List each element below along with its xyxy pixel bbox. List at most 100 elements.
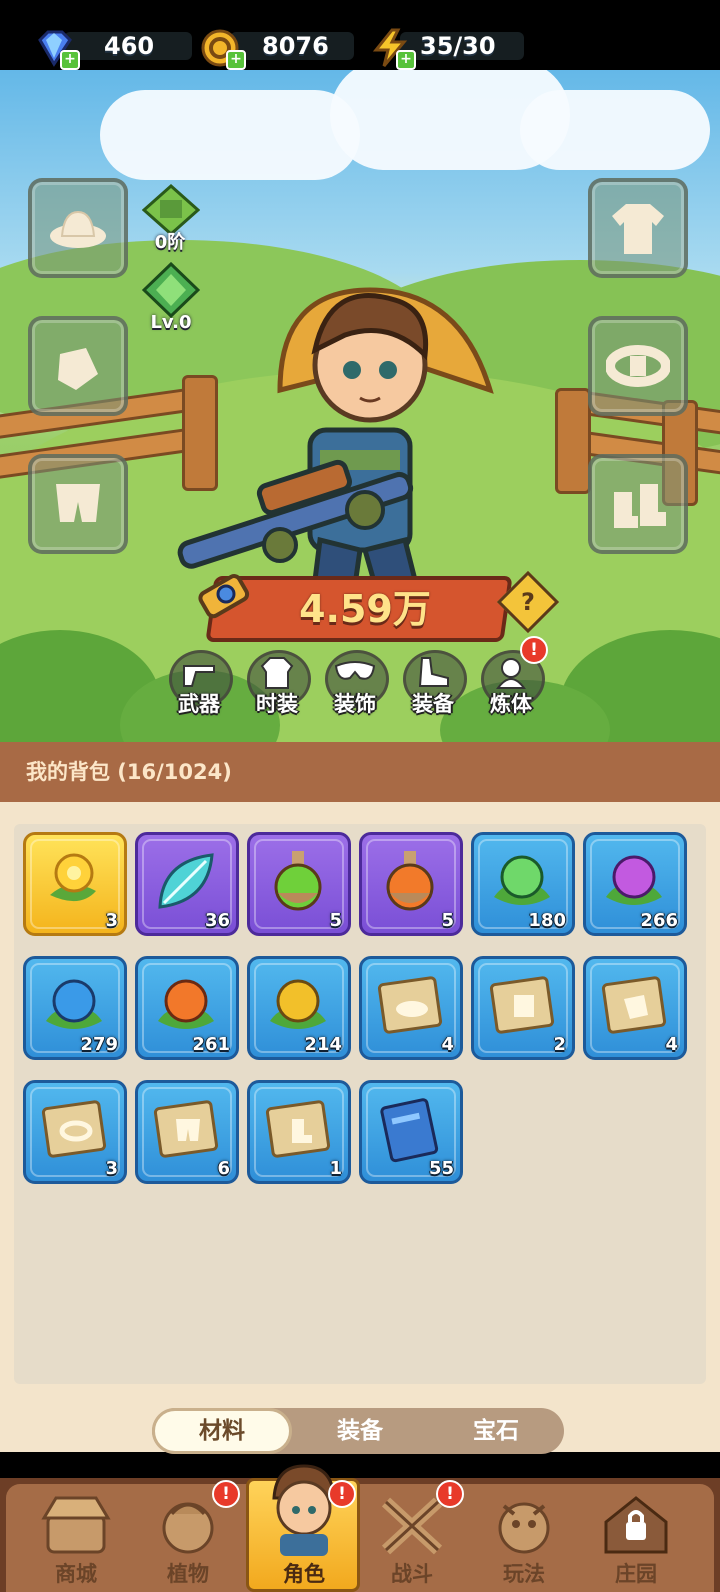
item-count: 55 bbox=[428, 1158, 454, 1179]
belt-icon bbox=[606, 345, 670, 387]
bag-item[interactable]: 3 bbox=[23, 832, 127, 936]
golden-seed-icon bbox=[50, 853, 96, 902]
bag-item[interactable]: 2 bbox=[471, 956, 575, 1060]
refine-alert-badge: ! bbox=[520, 636, 548, 664]
tab-gems[interactable]: 宝石 bbox=[428, 1408, 564, 1454]
bag-item[interactable]: 4 bbox=[583, 956, 687, 1060]
add-gold-icon[interactable]: + bbox=[226, 50, 246, 70]
shirt-slot[interactable] bbox=[588, 178, 688, 278]
energy-counter[interactable]: + 35/30 bbox=[370, 28, 530, 70]
hat-slot[interactable] bbox=[28, 178, 128, 278]
boots-blueprint-icon bbox=[265, 1100, 331, 1158]
menu-fashion-label: 时装 bbox=[256, 692, 298, 716]
glove-slot[interactable] bbox=[28, 316, 128, 416]
diamond-counter[interactable]: + 460 bbox=[34, 28, 194, 70]
bag-item[interactable]: 266 bbox=[583, 832, 687, 936]
nav-shop[interactable]: 商城 bbox=[20, 1484, 132, 1592]
menu-refine[interactable]: 炼体 ! bbox=[476, 636, 548, 720]
level-label: Lv.0 bbox=[150, 312, 192, 333]
gun-icon bbox=[183, 665, 215, 687]
level-gem-icon[interactable] bbox=[142, 262, 200, 318]
nav-plant[interactable]: 植物 ! bbox=[132, 1480, 244, 1592]
plant-alert-badge: ! bbox=[212, 1480, 240, 1508]
item-count: 266 bbox=[640, 910, 678, 931]
bag-item[interactable]: 55 bbox=[359, 1080, 463, 1184]
nav-manor[interactable]: 庄园 bbox=[580, 1484, 692, 1592]
pants-icon bbox=[56, 484, 100, 522]
nav-plant-label: 植物 bbox=[167, 1562, 209, 1586]
purple-orb-icon bbox=[606, 855, 662, 905]
add-energy-icon[interactable]: + bbox=[396, 50, 416, 70]
nav-shop-label: 商城 bbox=[55, 1562, 97, 1586]
bag-item[interactable]: 3 bbox=[23, 1080, 127, 1184]
boots-icon bbox=[614, 484, 666, 528]
nav-gameplay-label: 玩法 bbox=[503, 1562, 545, 1586]
item-count: 180 bbox=[528, 910, 566, 931]
nav-battle[interactable]: 战斗 ! bbox=[356, 1480, 468, 1592]
bag-item[interactable]: 5 bbox=[359, 832, 463, 936]
fire-orb-icon bbox=[158, 979, 214, 1029]
green-potion-icon bbox=[274, 851, 322, 911]
hat-blueprint-icon bbox=[377, 976, 443, 1034]
item-count: 4 bbox=[665, 1034, 678, 1055]
power-key-icon bbox=[198, 574, 250, 619]
menu-decoration[interactable]: 装饰 bbox=[320, 650, 390, 720]
orange-potion-icon bbox=[386, 851, 434, 911]
item-count: 3 bbox=[105, 910, 118, 931]
belt-slot[interactable] bbox=[588, 316, 688, 416]
menu-equipment[interactable]: 装备 bbox=[398, 650, 468, 720]
glove-icon bbox=[58, 348, 98, 390]
boots-slot[interactable] bbox=[588, 454, 688, 554]
item-count: 1 bbox=[329, 1158, 342, 1179]
bag-item[interactable]: 6 bbox=[135, 1080, 239, 1184]
bag-item[interactable]: 214 bbox=[247, 956, 351, 1060]
nav-hero[interactable]: 角色 ! bbox=[248, 1464, 360, 1592]
nav-gameplay[interactable]: 玩法 bbox=[468, 1484, 580, 1592]
item-count: 3 bbox=[105, 1158, 118, 1179]
bag-item[interactable]: 261 bbox=[135, 956, 239, 1060]
green-orb-icon bbox=[494, 855, 550, 905]
help-icon[interactable]: ? bbox=[506, 580, 550, 624]
lightning-orb-icon bbox=[270, 979, 326, 1029]
belt-blueprint-icon bbox=[41, 1100, 107, 1158]
gold-value: 8076 bbox=[262, 32, 329, 60]
outfit-icon bbox=[260, 657, 294, 689]
pants-blueprint-icon bbox=[153, 1100, 219, 1158]
tab-materials[interactable]: 材料 bbox=[152, 1408, 292, 1454]
mask-icon bbox=[334, 661, 376, 680]
glove-blueprint-icon bbox=[601, 976, 667, 1034]
hat-icon bbox=[50, 210, 106, 248]
bag-item[interactable]: 279 bbox=[23, 956, 127, 1060]
hero-alert-badge: ! bbox=[328, 1480, 356, 1508]
bag-item[interactable]: 5 bbox=[247, 832, 351, 936]
menu-decoration-label: 装饰 bbox=[334, 692, 376, 716]
menu-refine-label: 炼体 bbox=[490, 692, 532, 716]
plant-icon bbox=[162, 1502, 214, 1554]
body-refine-icon bbox=[496, 658, 526, 689]
gear-equip-icon bbox=[418, 657, 449, 687]
gold-counter[interactable]: + 8076 bbox=[200, 28, 360, 70]
bag-item[interactable]: 180 bbox=[471, 832, 575, 936]
blue-orb-icon bbox=[46, 979, 102, 1029]
bag-item[interactable]: 1 bbox=[247, 1080, 351, 1184]
menu-fashion[interactable]: 时装 bbox=[242, 650, 312, 720]
add-diamond-icon[interactable]: + bbox=[60, 50, 80, 70]
bag-item[interactable]: 4 bbox=[359, 956, 463, 1060]
tab-equipment[interactable]: 装备 bbox=[292, 1408, 428, 1454]
backpack-title: 我的背包 (16/1024) bbox=[26, 760, 232, 784]
item-count: 5 bbox=[441, 910, 454, 931]
book-icon bbox=[380, 1098, 439, 1163]
diamond-value: 460 bbox=[104, 32, 155, 60]
item-count: 36 bbox=[204, 910, 230, 931]
bag-item[interactable]: 36 bbox=[135, 832, 239, 936]
shop-icon bbox=[41, 1496, 111, 1554]
shirt-icon bbox=[612, 204, 664, 254]
menu-weapon[interactable]: 武器 bbox=[164, 650, 234, 720]
hero-icon bbox=[272, 1464, 336, 1556]
item-count: 261 bbox=[192, 1034, 230, 1055]
power-value: 4.59万 bbox=[299, 587, 431, 631]
item-count: 6 bbox=[217, 1158, 230, 1179]
gameplay-icon bbox=[498, 1502, 550, 1554]
pants-slot[interactable] bbox=[28, 454, 128, 554]
item-count: 214 bbox=[304, 1034, 342, 1055]
